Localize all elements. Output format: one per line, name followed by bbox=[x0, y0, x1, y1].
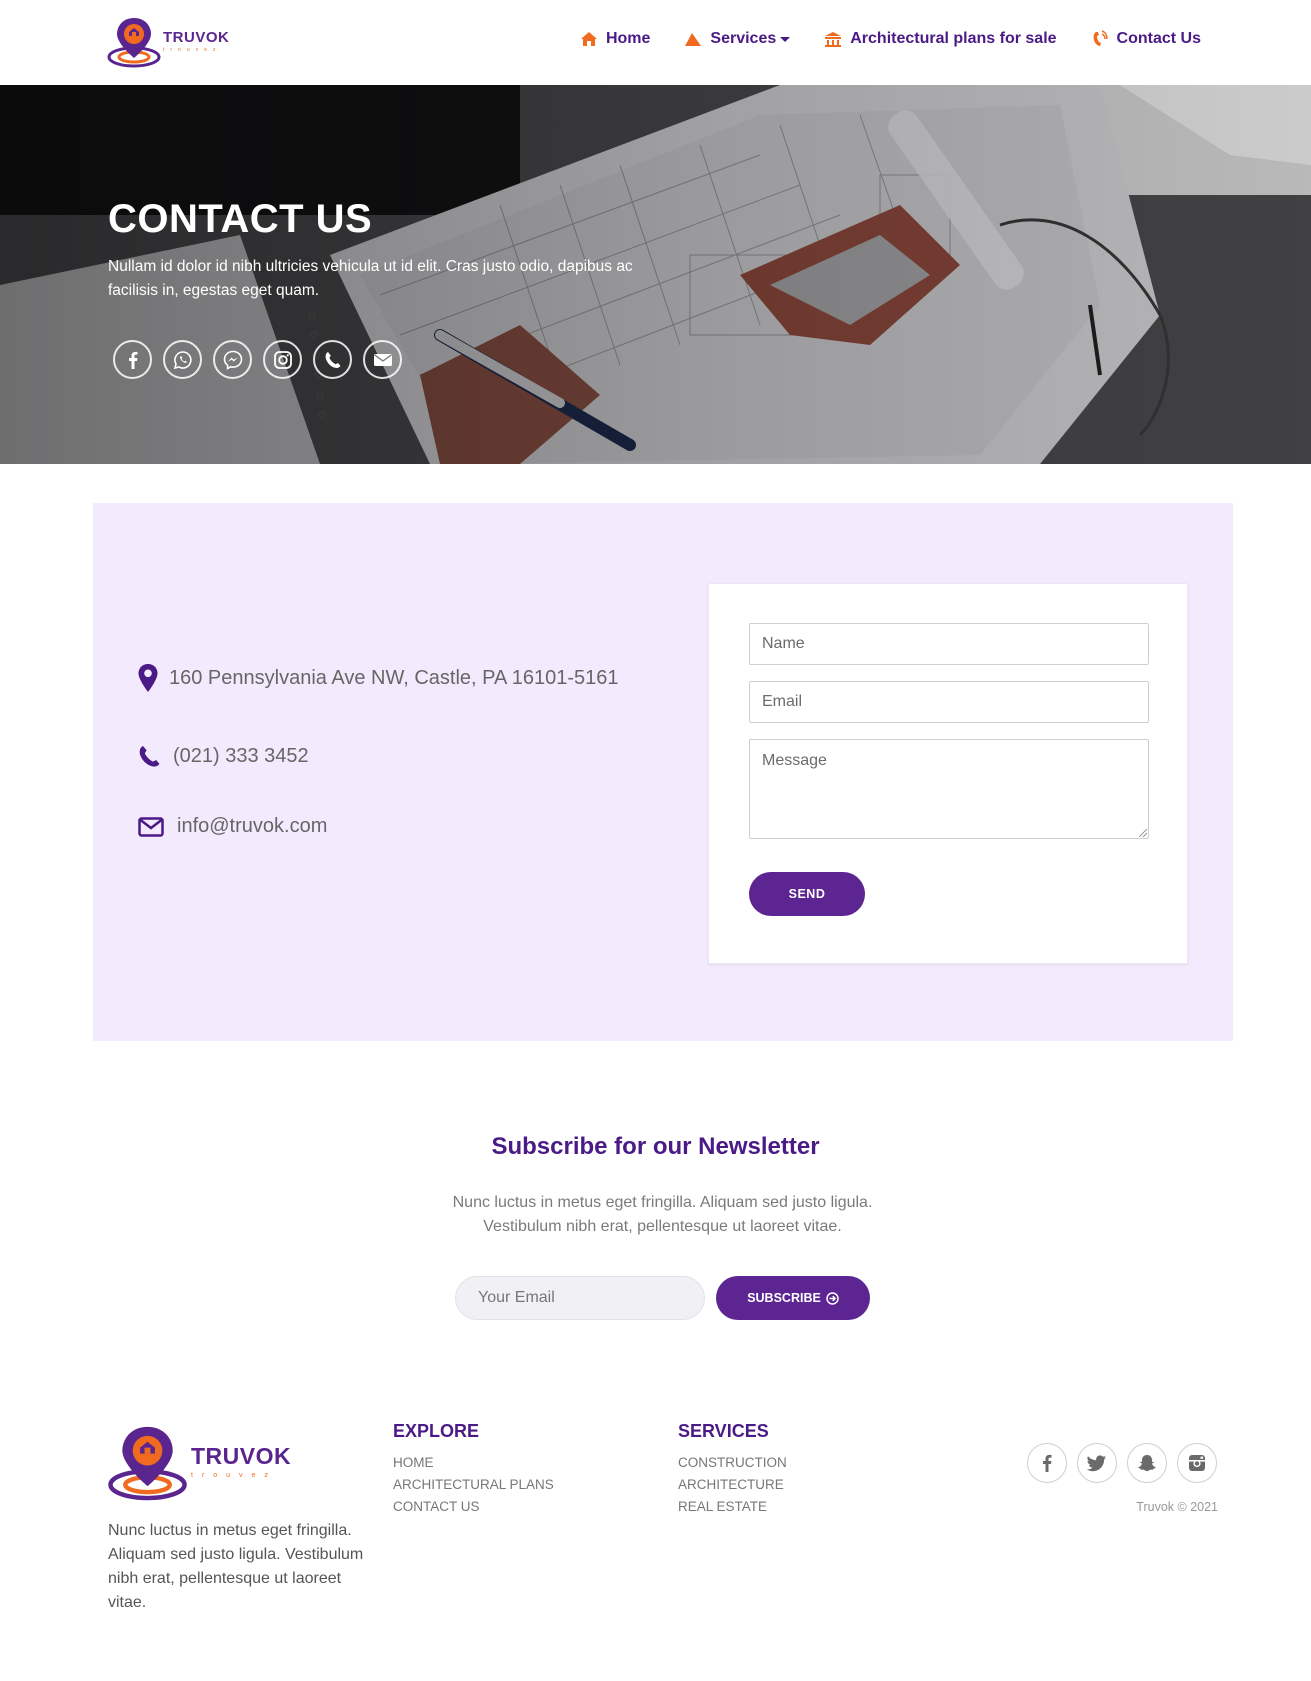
email-link[interactable] bbox=[363, 340, 402, 379]
footer-services: SERVICES CONSTRUCTION ARCHITECTURE REAL … bbox=[678, 1421, 787, 1518]
twitter-icon bbox=[1087, 1454, 1106, 1471]
logo-pin-icon bbox=[107, 18, 161, 68]
message-field[interactable] bbox=[749, 739, 1149, 839]
copyright-text: Truvok © 2021 bbox=[1136, 1500, 1218, 1514]
footer-link-contact[interactable]: CONTACT US bbox=[393, 1496, 554, 1518]
footer-link-architectural-plans[interactable]: ARCHITECTURAL PLANS bbox=[393, 1474, 554, 1496]
footer-services-title: SERVICES bbox=[678, 1421, 769, 1441]
newsletter-text: Nunc luctus in metus eget fringilla. Ali… bbox=[452, 1194, 873, 1235]
logo-pin-icon bbox=[108, 1426, 187, 1501]
main-nav: Home Services Architectural plans for sa… bbox=[546, 30, 1201, 48]
nav-contact[interactable]: Contact Us bbox=[1091, 30, 1201, 48]
contact-phone-row: (021) 333 3452 bbox=[137, 743, 309, 769]
contact-phone: (021) 333 3452 bbox=[173, 744, 309, 767]
newsletter-email-input[interactable] bbox=[455, 1276, 705, 1320]
page-title: CONTACT US bbox=[108, 197, 373, 241]
contact-email-row: info@truvok.com bbox=[138, 815, 327, 838]
messenger-icon bbox=[223, 350, 242, 370]
brand-tagline: trouvez bbox=[191, 1472, 277, 1479]
footer-explore-title: EXPLORE bbox=[393, 1421, 480, 1441]
arrow-circle-right-icon bbox=[826, 1291, 839, 1305]
whatsapp-icon bbox=[173, 350, 192, 369]
footer-instagram-link[interactable] bbox=[1177, 1443, 1217, 1483]
subscribe-label: SUBSCRIBE bbox=[747, 1291, 821, 1305]
footer-link-real-estate[interactable]: REAL ESTATE bbox=[678, 1496, 787, 1518]
facebook-icon bbox=[128, 351, 137, 369]
site-logo[interactable]: TRUVOK trouvez bbox=[107, 14, 229, 68]
footer-facebook-link[interactable] bbox=[1027, 1443, 1067, 1483]
footer-link-architecture[interactable]: ARCHITECTURE bbox=[678, 1474, 787, 1496]
contact-email: info@truvok.com bbox=[177, 815, 328, 837]
contact-section: 160 Pennsylvania Ave NW, Castle, PA 1610… bbox=[93, 503, 1233, 1041]
newsletter-title: Subscribe for our Newsletter bbox=[491, 1133, 820, 1160]
contact-address: 160 Pennsylvania Ave NW, Castle, PA 1610… bbox=[169, 666, 619, 689]
phone-icon bbox=[137, 743, 163, 769]
phone-icon bbox=[325, 351, 340, 368]
megaphone-icon bbox=[684, 30, 702, 48]
textarea-resize-handle[interactable] bbox=[1139, 829, 1147, 837]
subscribe-button[interactable]: SUBSCRIBE bbox=[716, 1276, 870, 1320]
map-pin-icon bbox=[137, 663, 159, 693]
hero-social-links bbox=[113, 340, 413, 379]
hero-banner: CONTACT US Nullam id dolor id nibh ultri… bbox=[0, 85, 1311, 464]
contact-address-row: 160 Pennsylvania Ave NW, Castle, PA 1610… bbox=[137, 663, 619, 693]
email-icon bbox=[373, 353, 392, 366]
footer-about: Nunc luctus in metus eget fringilla. Ali… bbox=[108, 1522, 364, 1611]
nav-home[interactable]: Home bbox=[580, 30, 650, 48]
footer-twitter-link[interactable] bbox=[1077, 1443, 1117, 1483]
nav-plans-label: Architectural plans for sale bbox=[850, 30, 1057, 47]
snapchat-icon bbox=[1138, 1454, 1156, 1471]
phone-ring-icon bbox=[1091, 30, 1109, 48]
hero-subtitle: Nullam id dolor id nibh ultricies vehicu… bbox=[108, 258, 633, 299]
facebook-link[interactable] bbox=[113, 340, 152, 379]
messenger-link[interactable] bbox=[213, 340, 252, 379]
footer-link-construction[interactable]: CONSTRUCTION bbox=[678, 1452, 787, 1474]
home-icon bbox=[580, 30, 598, 48]
instagram-link[interactable] bbox=[263, 340, 302, 379]
contact-form: SEND bbox=[708, 583, 1188, 964]
nav-contact-label: Contact Us bbox=[1116, 30, 1201, 47]
envelope-icon bbox=[138, 816, 164, 837]
phone-link[interactable] bbox=[313, 340, 352, 379]
logo-text: TRUVOK trouvez bbox=[163, 29, 229, 53]
name-field[interactable] bbox=[749, 623, 1149, 665]
nav-services[interactable]: Services bbox=[684, 30, 791, 48]
navbar: TRUVOK trouvez Home Services Architectur… bbox=[0, 0, 1311, 85]
brand-name: TRUVOK bbox=[163, 29, 230, 46]
footer-logo[interactable]: TRUVOK trouvez bbox=[107, 1421, 291, 1501]
nav-home-label: Home bbox=[605, 30, 651, 47]
brand-name: TRUVOK bbox=[191, 1443, 292, 1469]
building-icon bbox=[824, 30, 842, 48]
instagram-icon bbox=[273, 350, 292, 369]
footer-snapchat-link[interactable] bbox=[1127, 1443, 1167, 1483]
footer-explore: EXPLORE HOME ARCHITECTURAL PLANS CONTACT… bbox=[393, 1421, 554, 1518]
footer-social-links bbox=[1027, 1443, 1217, 1483]
brand-tagline: trouvez bbox=[163, 47, 222, 53]
nav-services-label: Services bbox=[710, 30, 777, 47]
facebook-icon bbox=[1043, 1454, 1052, 1472]
nav-architectural-plans[interactable]: Architectural plans for sale bbox=[824, 30, 1057, 48]
chevron-down-icon bbox=[780, 36, 791, 42]
whatsapp-link[interactable] bbox=[163, 340, 202, 379]
instagram-icon bbox=[1189, 1455, 1205, 1471]
send-button[interactable]: SEND bbox=[749, 872, 865, 916]
footer-link-home[interactable]: HOME bbox=[393, 1452, 554, 1474]
email-field[interactable] bbox=[749, 681, 1149, 723]
logo-text: TRUVOK trouvez bbox=[191, 1443, 291, 1479]
